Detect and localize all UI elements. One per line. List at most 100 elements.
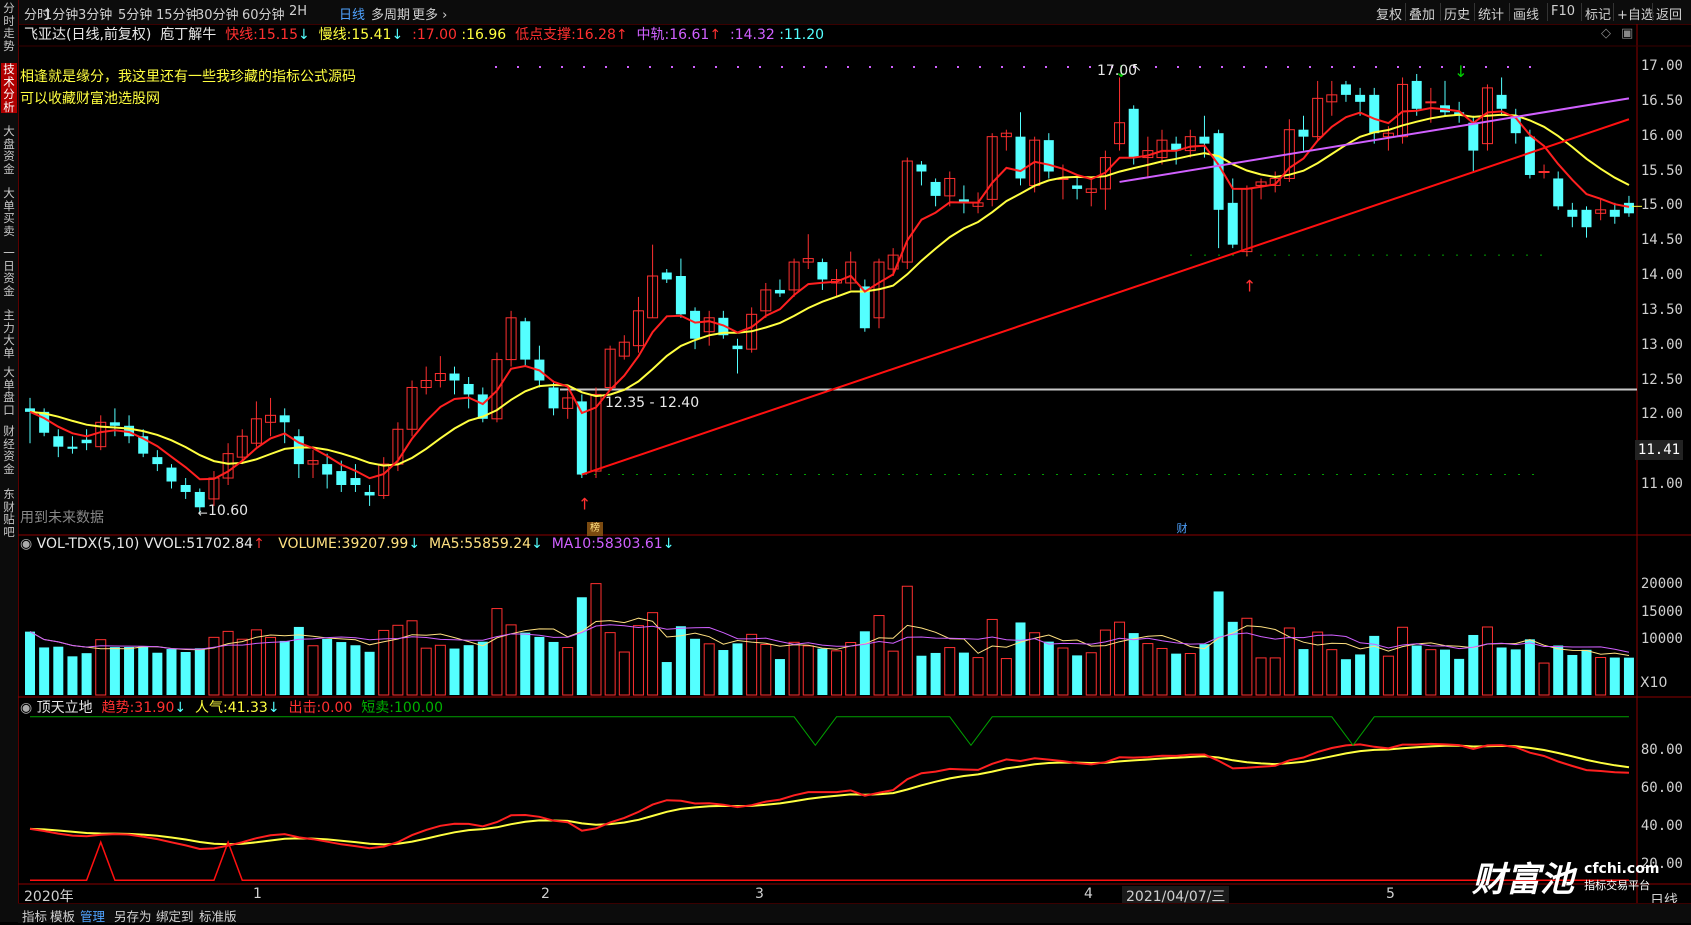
volume-info-row: ◉ VOL-TDX(5,10) VVOL:51702.84↑ VOLUME:39…: [20, 536, 674, 552]
candle-body: [53, 436, 64, 447]
low-annotation: 10.60: [208, 503, 249, 519]
volume-bar: [774, 659, 785, 695]
volume-bar: [1553, 645, 1564, 695]
candle-body: [1128, 108, 1139, 158]
volume-bar: [732, 643, 743, 695]
volume-bar: [449, 648, 460, 695]
volume-bar: [166, 649, 177, 695]
volume-bar: [958, 652, 969, 695]
candle-body: [1425, 101, 1437, 104]
candle-body: [463, 383, 474, 395]
trend-value: 31.90: [134, 700, 175, 716]
volume-bar: [1312, 631, 1324, 696]
list-badge[interactable]: 榜: [587, 522, 603, 536]
volume-bar: [718, 650, 729, 695]
volume-bar: [1085, 652, 1097, 696]
vvol-label: VVOL:: [143, 536, 187, 552]
volume-bar: [1128, 633, 1139, 695]
candle-body: [690, 310, 701, 339]
volume-bar: [562, 647, 574, 696]
volume-bar: [1454, 658, 1465, 695]
watermark-slogan: 指标交易平台: [1584, 878, 1651, 892]
candle-body: [1298, 129, 1309, 137]
volume-ma10-line: [29, 624, 1630, 653]
volume-tick-2: 10000: [1640, 631, 1683, 647]
volume-bar: [901, 585, 913, 696]
volume-bar: [1481, 626, 1493, 696]
bottom-tab-1[interactable]: 模板: [50, 906, 75, 925]
chart-canvas[interactable]: ↑↑↓ ↓←↖: [0, 0, 1691, 922]
bottom-tab-0[interactable]: 指标: [22, 906, 47, 925]
candle-body: [520, 321, 531, 360]
volume-bar: [279, 640, 290, 695]
volume-bar: [618, 651, 630, 696]
volume-indicator-name[interactable]: VOL-TDX(5,10): [37, 536, 140, 552]
collapse-icon[interactable]: ◉: [20, 536, 32, 552]
volume-bar: [1171, 653, 1182, 695]
volume-bar: [53, 646, 64, 695]
volume-bar: [632, 625, 644, 696]
slow-line: [29, 113, 1630, 467]
volume-bar: [817, 648, 828, 695]
volume-value: 39207.99: [341, 536, 409, 552]
volume-unit: X10: [1640, 675, 1668, 691]
volume-bar: [1269, 657, 1281, 696]
popularity-line: [29, 744, 1630, 846]
volume-bar: [1199, 644, 1210, 695]
volume-bar: [972, 657, 984, 696]
volume-bar: [1298, 649, 1309, 695]
ma5-value: 55859.24: [464, 536, 532, 552]
volume-bar: [378, 629, 390, 696]
volume-bar: [1029, 632, 1041, 696]
volume-bar: [703, 643, 715, 696]
volume-bar: [930, 652, 941, 695]
price-tick-4: 15.00: [1640, 197, 1683, 214]
volume-bar: [859, 631, 870, 695]
bottom-tab-2[interactable]: 管理: [80, 906, 105, 925]
candle-body: [916, 164, 927, 172]
watermark-logo: 财富池 cfchi.com 指标交易平台: [1472, 852, 1659, 901]
candle-body: [1369, 94, 1380, 134]
volume-bar: [1099, 629, 1111, 696]
volume-bar: [124, 647, 135, 695]
collapse-icon[interactable]: ◉: [20, 700, 32, 716]
price-tick-2: 16.00: [1640, 127, 1683, 144]
volume-bar: [1425, 649, 1437, 696]
price-tick-5: 14.50: [1640, 232, 1683, 249]
candle-body: [322, 464, 333, 475]
price-tick-8: 13.00: [1640, 336, 1683, 353]
bottom-tab-5[interactable]: 标准版: [199, 906, 237, 925]
volume-bar: [1468, 634, 1479, 695]
volume-bar: [1581, 649, 1592, 695]
volume-bar: [1538, 662, 1550, 696]
volume-bar: [463, 645, 474, 695]
volume-bar: [1000, 658, 1012, 696]
volume-bar: [760, 643, 772, 696]
price-tick-7: 13.50: [1640, 301, 1683, 318]
candle-body: [1340, 84, 1351, 95]
volume-bar: [1382, 655, 1394, 696]
trend-arrow: ↓: [174, 700, 187, 716]
volume-bar: [1609, 657, 1620, 695]
price-tick-1: 16.50: [1640, 92, 1683, 109]
high-annotation: 17.00: [1097, 63, 1138, 79]
volume-bar: [690, 638, 701, 695]
volume-bar: [265, 636, 277, 696]
volume-bar: [1524, 639, 1535, 695]
volume-bar: [180, 652, 191, 695]
volume-bar: [109, 647, 120, 695]
volume-bar: [1326, 649, 1338, 696]
finance-badge[interactable]: 财: [1174, 522, 1190, 536]
bottom-tab-3[interactable]: 另存为: [114, 906, 152, 925]
volume-bar: [1411, 645, 1422, 695]
candle-body: [1199, 136, 1210, 144]
candle-body: [675, 276, 686, 315]
range-annotation: 12.35 - 12.40: [605, 395, 700, 411]
volume-bar: [604, 632, 616, 696]
bottom-tab-4[interactable]: 绑定到: [156, 906, 194, 925]
osc-indicator-name[interactable]: 顶天立地: [37, 700, 93, 716]
price-tick-10: 12.00: [1640, 406, 1683, 423]
short-sell-line: [30, 716, 1629, 747]
osc-tick-1: 60.00: [1640, 780, 1683, 796]
out-value: 0.00: [321, 700, 353, 716]
